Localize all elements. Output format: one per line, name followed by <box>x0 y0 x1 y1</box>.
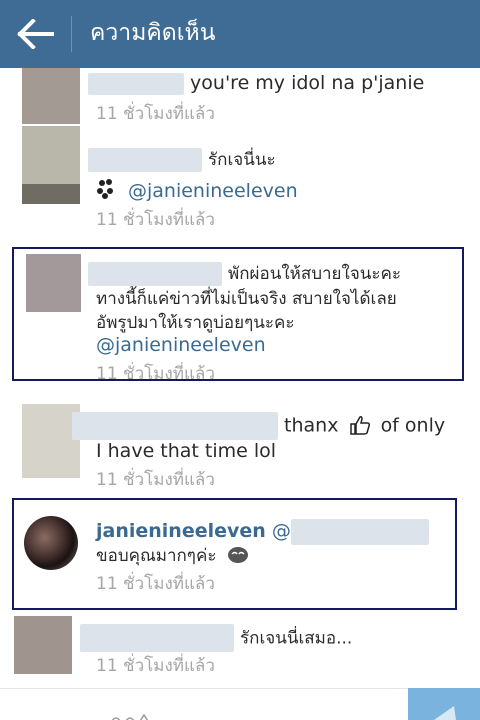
comment-time: 11 ชั่วโมงที่แล้ว <box>96 470 215 490</box>
mention-at: @ <box>271 520 291 542</box>
avatar[interactable] <box>26 254 81 312</box>
comment-text: รักเจนี่นะ <box>208 150 276 170</box>
mention-link[interactable]: @janienineeleven <box>96 332 266 358</box>
comment-item: janienineeleven @ ขอบคุณมากๆค่ะ 11 ชั่วโ… <box>0 510 480 606</box>
comment-input-hint <box>110 708 170 720</box>
comment-time: 11 ชั่วโมงที่แล้ว <box>96 656 215 676</box>
comment-item: you're my idol na p'janie 11 ชั่วโมงที่แ… <box>0 68 480 126</box>
header-divider <box>71 16 72 52</box>
thumbs-up-icon <box>349 415 370 435</box>
comment-text-line-2: ทางนี้ก็แค่ข่าวที่ไม่เป็นจริง สบายใจได้เ… <box>96 289 397 309</box>
comment-text-line-1: พักผ่อนให้สบายใจนะคะ <box>228 264 402 284</box>
blurred-username <box>88 72 184 95</box>
embarrassed-face-icon <box>227 547 248 563</box>
comment-time: 11 ชั่วโมงที่แล้ว <box>96 574 215 594</box>
comment-text: you're my idol na p'janie <box>190 72 425 94</box>
comment-item: thanx of only I have that time lol 11 ชั… <box>0 398 480 494</box>
avatar[interactable] <box>22 126 80 204</box>
comment-time: 11 ชั่วโมงที่แล้ว <box>96 104 215 124</box>
comment-text: รักเจนนี่เสมอ... <box>240 628 353 649</box>
avatar[interactable] <box>22 68 80 124</box>
send-button[interactable] <box>408 688 480 720</box>
back-button[interactable] <box>8 10 64 58</box>
app-header: ความคิดเห็น <box>0 0 480 68</box>
blurred-username <box>88 147 202 172</box>
avatar[interactable] <box>14 616 72 674</box>
blurred-username <box>88 261 222 286</box>
comment-text-line-2: I have that time lol <box>96 440 277 462</box>
page-title: ความคิดเห็น <box>90 20 216 46</box>
comment-time: 11 ชั่วโมงที่แล้ว <box>96 364 215 380</box>
mention-link[interactable]: @janienineeleven <box>128 180 298 202</box>
blurred-username <box>72 412 278 440</box>
blurred-username <box>80 624 234 652</box>
comment-item: พักผ่อนให้สบายใจนะคะ ทางนี้ก็แค่ข่าวที่ไ… <box>0 252 480 382</box>
back-arrow-icon <box>17 19 54 49</box>
comment-time: 11 ชั่วโมงที่แล้ว <box>96 210 215 230</box>
paw-print-icon <box>97 179 113 199</box>
username-link[interactable]: janienineeleven <box>96 520 266 542</box>
comment-item: รักเจนี่นะ @janienineeleven 11 ชั่วโมงที… <box>0 126 480 236</box>
comment-text: ขอบคุณมากๆค่ะ <box>96 546 217 566</box>
send-arrow-icon <box>434 706 456 720</box>
avatar[interactable] <box>24 516 78 570</box>
comment-item: รักเจนนี่เสมอ... 11 ชั่วโมงที่แล้ว <box>0 614 480 686</box>
comment-text-cont: of only <box>380 414 446 437</box>
comment-text: thanx <box>284 414 339 437</box>
blurred-username <box>290 518 429 545</box>
